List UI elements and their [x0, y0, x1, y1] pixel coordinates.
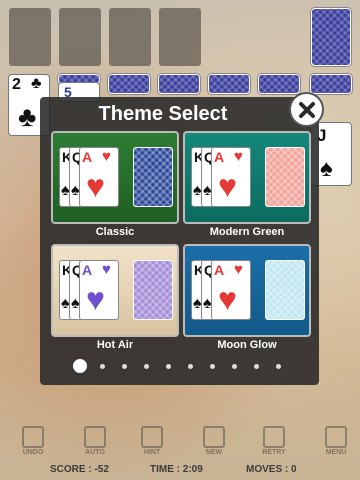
page-dot[interactable]	[188, 364, 193, 369]
tableau-card-back	[258, 74, 300, 94]
page-dot[interactable]	[254, 364, 259, 369]
hint-icon	[141, 426, 163, 448]
toolbar-label: UNDO	[22, 449, 44, 456]
theme-label: Modern Green	[209, 226, 285, 238]
retry-button[interactable]: RETRY	[256, 426, 292, 460]
toolbar-label: AUTO	[85, 449, 105, 456]
undo-button[interactable]: UNDO	[15, 426, 51, 460]
time-label: TIME : 2:09	[150, 464, 203, 475]
preview-card: A ♥ ♥	[211, 260, 251, 320]
moves-label: MOVES : 0	[246, 464, 297, 475]
theme-label: Hot Air	[96, 339, 134, 351]
card-suit-large: ♣	[18, 101, 37, 132]
heart-icon: ♥	[234, 148, 243, 165]
card-rank: 2	[12, 76, 21, 93]
tableau-card-back	[208, 74, 250, 94]
theme-option[interactable]: K ♠ Q ♠ A ♥ ♥	[183, 244, 311, 337]
theme-option[interactable]: K ♠ Q ♠ A ♥ ♥	[51, 131, 179, 224]
heart-icon: ♥	[218, 281, 237, 317]
preview-card: A ♥ ♥	[79, 260, 119, 320]
theme-option[interactable]: K ♠ Q ♠ A ♥ ♥	[51, 244, 179, 337]
preview-card-rank: A	[214, 149, 225, 165]
page-dot[interactable]	[276, 364, 281, 369]
foundation-slot[interactable]	[109, 8, 151, 66]
foundation-slot[interactable]	[159, 8, 201, 66]
new-button[interactable]: NEW	[196, 426, 232, 460]
new-icon	[203, 426, 225, 448]
preview-card-rank: A	[214, 262, 225, 278]
tableau-card-back	[108, 74, 150, 94]
theme-label: Classic	[95, 226, 135, 238]
heart-icon: ♥	[218, 168, 237, 204]
stock-pile[interactable]	[311, 8, 351, 66]
foundation-slot[interactable]	[9, 8, 51, 66]
card-suit-small: ♣	[31, 75, 42, 92]
preview-card-back	[265, 147, 305, 207]
page-dot[interactable]	[210, 364, 215, 369]
tableau-card-back	[158, 74, 200, 94]
preview-card-back	[265, 260, 305, 320]
card-suit-large: ♠	[320, 155, 333, 182]
heart-icon: ♥	[102, 261, 111, 278]
menu-button[interactable]: MENU	[318, 426, 354, 460]
close-icon	[298, 101, 315, 118]
theme-label: Moon Glow	[217, 339, 277, 351]
preview-card-rank: A	[82, 149, 93, 165]
close-button[interactable]	[289, 92, 324, 127]
heart-icon: ♥	[86, 281, 105, 317]
page-dot[interactable]	[122, 364, 127, 369]
page-dot[interactable]	[166, 364, 171, 369]
heart-icon: ♥	[102, 148, 111, 165]
preview-card-back	[133, 260, 173, 320]
page-dot[interactable]	[232, 364, 237, 369]
preview-card: A ♥ ♥	[79, 147, 119, 207]
theme-option[interactable]: K ♠ Q ♠ A ♥ ♥	[183, 131, 311, 224]
undo-icon	[22, 426, 44, 448]
preview-card-back	[133, 147, 173, 207]
preview-card: A ♥ ♥	[211, 147, 251, 207]
page-dot[interactable]	[144, 364, 149, 369]
toolbar-label: MENU	[325, 449, 347, 456]
preview-card-rank: A	[82, 262, 93, 278]
toolbar-label: HINT	[143, 449, 161, 456]
score-label: SCORE : -52	[50, 464, 109, 475]
retry-icon	[263, 426, 285, 448]
auto-button[interactable]: AUTO	[77, 426, 113, 460]
page-dot-active[interactable]	[73, 359, 87, 373]
dialog-title: Theme Select	[98, 103, 228, 125]
auto-icon	[84, 426, 106, 448]
toolbar-label: NEW	[205, 449, 223, 456]
toolbar-label: RETRY	[262, 449, 286, 456]
foundation-slot[interactable]	[59, 8, 101, 66]
hint-button[interactable]: HINT	[134, 426, 170, 460]
menu-icon	[325, 426, 347, 448]
heart-icon: ♥	[86, 168, 105, 204]
heart-icon: ♥	[234, 261, 243, 278]
page-dot[interactable]	[100, 364, 105, 369]
tableau-card-back	[310, 74, 352, 94]
